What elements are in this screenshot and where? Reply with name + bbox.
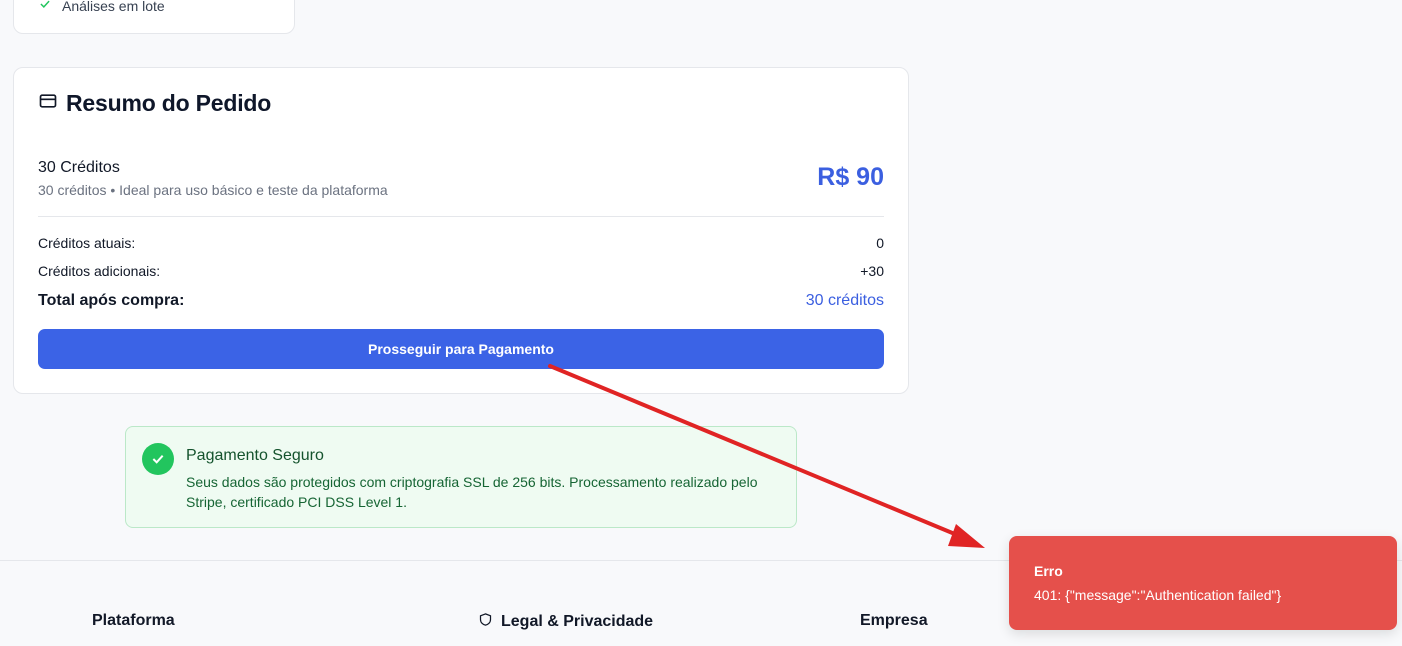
check-icon bbox=[38, 0, 52, 14]
current-credits-row: Créditos atuais: 0 bbox=[38, 235, 884, 251]
current-credits-value: 0 bbox=[876, 235, 884, 251]
summary-heading: Resumo do Pedido bbox=[38, 90, 271, 117]
footer-heading-company-label: Empresa bbox=[860, 612, 928, 629]
current-credits-label: Créditos atuais: bbox=[38, 235, 136, 251]
credit-card-icon bbox=[38, 90, 58, 117]
footer-heading-platform-label: Plataforma bbox=[92, 612, 175, 629]
feature-card: Análises em lote bbox=[13, 0, 295, 34]
proceed-to-payment-button[interactable]: Prosseguir para Pagamento bbox=[38, 329, 884, 369]
footer-heading-platform: Plataforma bbox=[92, 612, 175, 630]
error-toast[interactable]: Erro 401: {"message":"Authentication fai… bbox=[1009, 536, 1397, 630]
package-name: 30 Créditos bbox=[38, 159, 120, 176]
total-value: 30 créditos bbox=[805, 292, 884, 309]
divider bbox=[38, 216, 884, 217]
secure-title: Pagamento Seguro bbox=[186, 447, 324, 464]
additional-credits-value: +30 bbox=[860, 263, 884, 279]
package-description: 30 créditos • Ideal para uso básico e te… bbox=[38, 182, 388, 198]
toast-message: 401: {"message":"Authentication failed"} bbox=[1034, 587, 1282, 603]
package-price: R$ 90 bbox=[817, 163, 884, 191]
additional-credits-label: Créditos adicionais: bbox=[38, 263, 161, 279]
check-circle-icon bbox=[142, 443, 174, 475]
summary-title: Resumo do Pedido bbox=[66, 90, 272, 116]
feature-label: Análises em lote bbox=[62, 0, 165, 14]
footer-heading-company: Empresa bbox=[860, 612, 928, 630]
shield-icon bbox=[478, 612, 493, 632]
additional-credits-row: Créditos adicionais: +30 bbox=[38, 263, 884, 279]
order-summary-card: Resumo do Pedido 30 Créditos 30 créditos… bbox=[13, 67, 909, 394]
toast-title: Erro bbox=[1034, 563, 1063, 579]
secure-text: Seus dados são protegidos com criptograf… bbox=[186, 474, 758, 510]
footer-heading-legal-label: Legal & Privacidade bbox=[501, 613, 654, 630]
footer-heading-legal: Legal & Privacidade bbox=[478, 612, 653, 632]
secure-payment-notice: Pagamento Seguro Seus dados são protegid… bbox=[125, 426, 797, 528]
total-label: Total após compra: bbox=[38, 292, 185, 309]
feature-row: Análises em lote bbox=[38, 0, 165, 14]
total-row: Total após compra: 30 créditos bbox=[38, 292, 884, 310]
